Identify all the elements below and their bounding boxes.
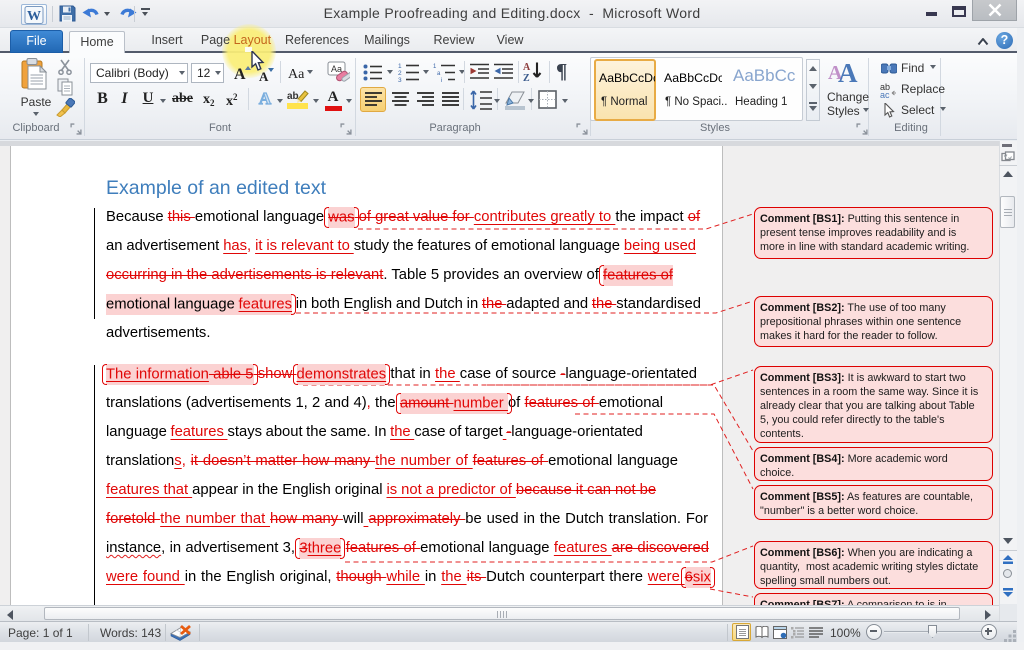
svg-text:1: 1: [433, 64, 437, 70]
svg-text:3: 3: [398, 77, 402, 82]
svg-text:A: A: [523, 62, 531, 73]
svg-text:i: i: [441, 78, 442, 82]
svg-text:W: W: [27, 9, 41, 24]
svg-text:ac: ac: [880, 90, 890, 98]
svg-text:a: a: [437, 71, 441, 77]
svg-text:ab: ab: [287, 91, 299, 102]
svg-text:Aa: Aa: [331, 64, 342, 74]
svg-text:2: 2: [398, 70, 402, 77]
svg-text:Z: Z: [523, 73, 530, 83]
svg-text:1: 1: [398, 63, 402, 70]
